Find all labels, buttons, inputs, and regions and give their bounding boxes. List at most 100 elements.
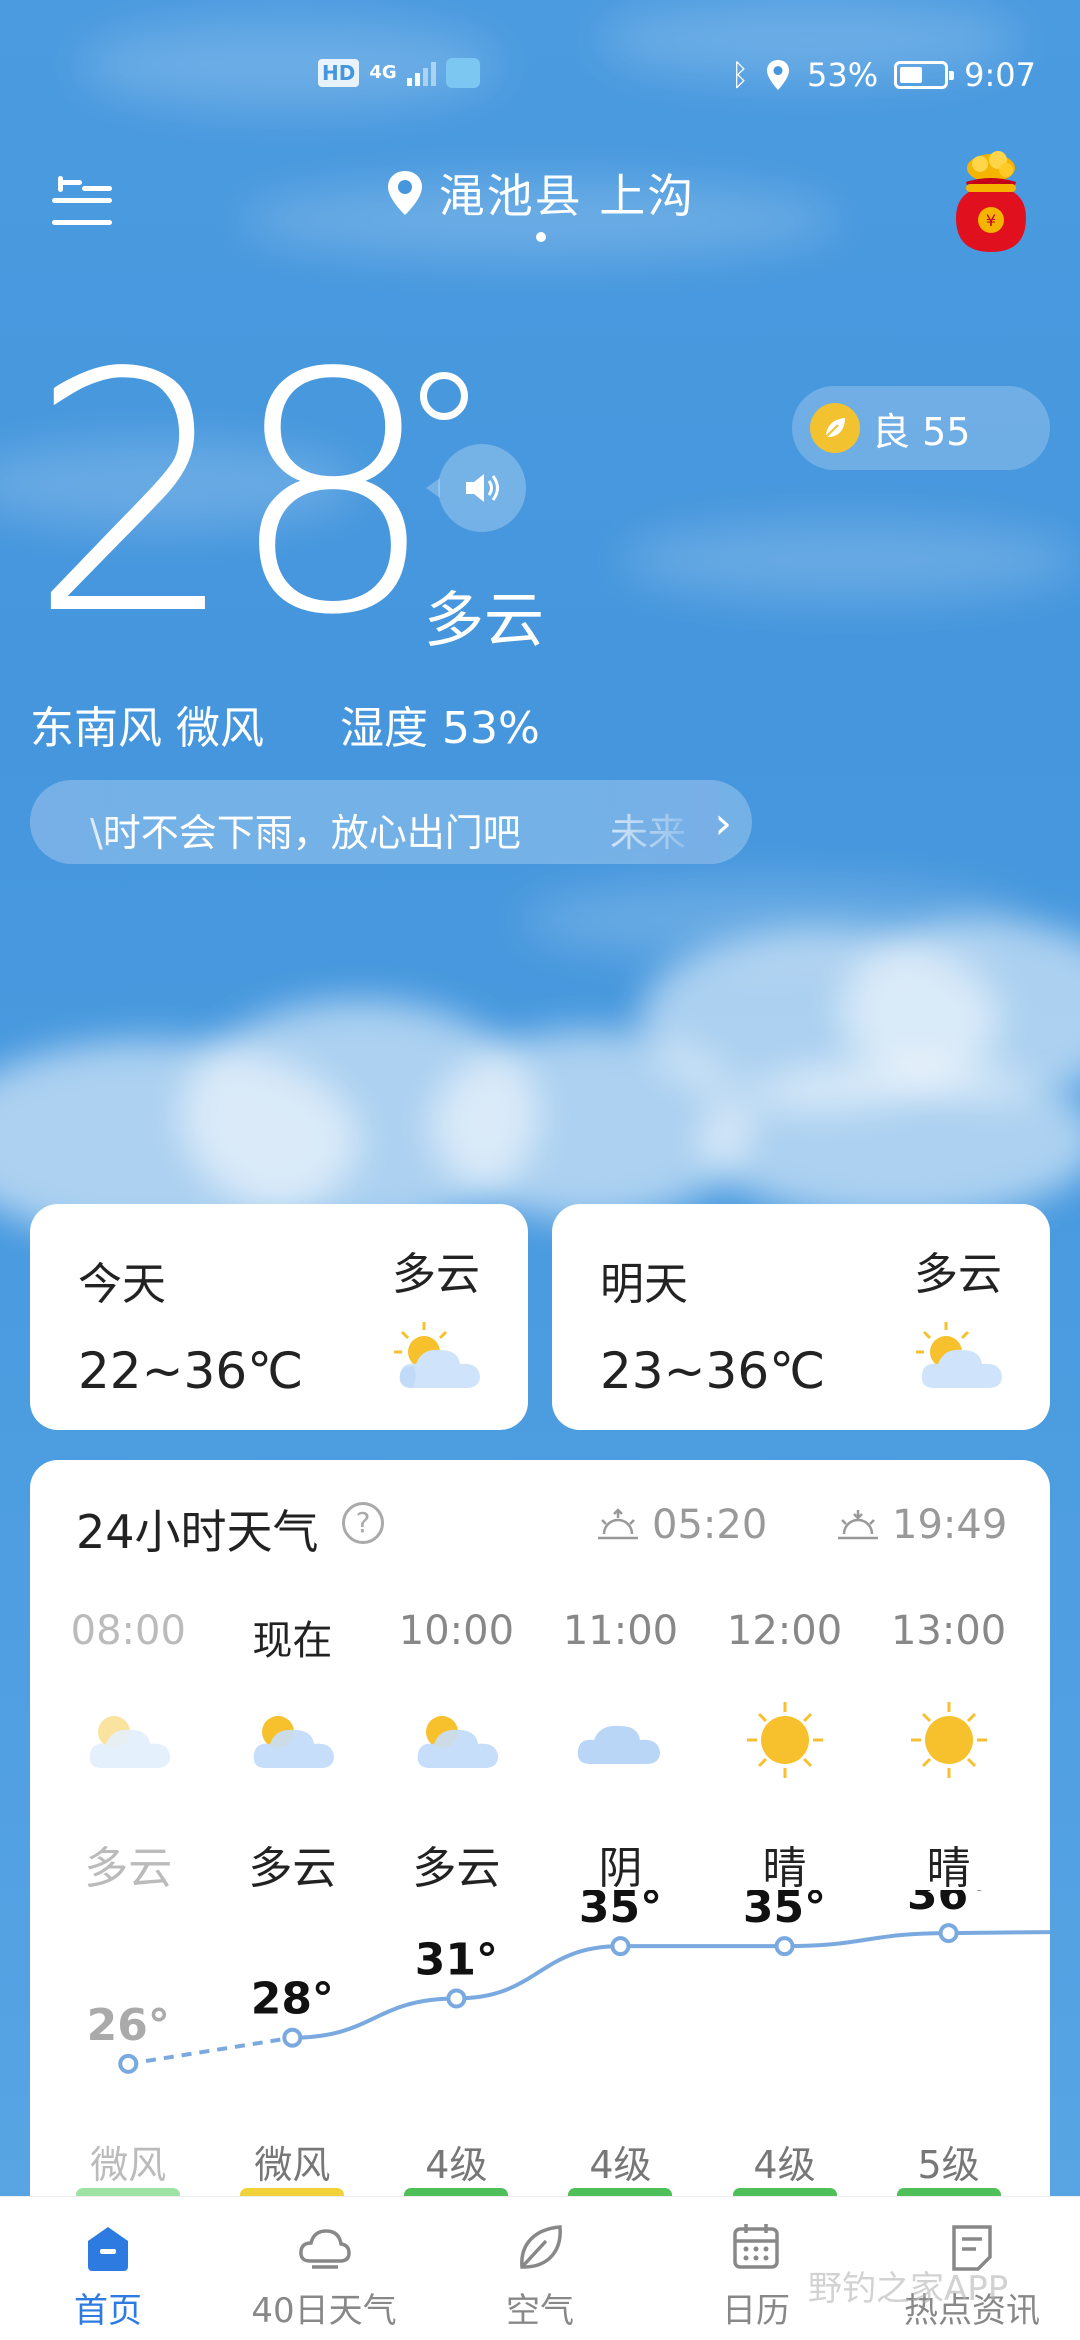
calendar-icon xyxy=(733,2224,779,2269)
leaf-icon xyxy=(810,403,860,453)
svg-text:¥: ¥ xyxy=(986,211,996,230)
partly-cloudy-icon xyxy=(90,1716,171,1768)
hour-time: 12:00 xyxy=(726,1608,843,1654)
chevron-right-icon: › xyxy=(714,798,732,849)
sun-icon xyxy=(746,1702,823,1778)
battery-icon xyxy=(894,61,955,89)
partly-cloudy-icon xyxy=(394,1322,480,1388)
hour-condition: 晴 xyxy=(926,1843,971,1894)
hour-time: 10:00 xyxy=(398,1608,515,1654)
temp-point xyxy=(118,2053,139,2074)
hour-condition: 晴 xyxy=(762,1843,807,1894)
nav-air-label: 空气 xyxy=(506,2291,574,2331)
partly-cloudy-icon xyxy=(916,1322,1002,1388)
hour-time: 现在 xyxy=(252,1618,333,1664)
battery-level xyxy=(900,67,923,83)
hour-condition: 多云 xyxy=(248,1843,337,1894)
location-icon xyxy=(767,60,790,90)
sunrise-time: 05:20 xyxy=(652,1502,768,1548)
hour-wind: 4级 xyxy=(753,2143,816,2187)
home-icon xyxy=(88,2227,128,2271)
temperature-line-chart: 26° 28° 31° 35° 35° 36° xyxy=(87,1890,1050,2074)
temp-line xyxy=(292,1930,1050,2040)
temp-label: 31° xyxy=(415,1934,498,1985)
clock: 9:07 xyxy=(964,56,1036,94)
sunset-icon xyxy=(838,1510,878,1540)
sun-icon xyxy=(910,1702,987,1778)
sunrise: 05:20 xyxy=(596,1502,767,1548)
cloud-icon xyxy=(299,2229,351,2269)
nav-40day[interactable]: 40日天气 xyxy=(216,2197,432,2340)
banner-text: \时不会下雨，放心出门吧 xyxy=(90,811,521,855)
today-card[interactable]: 今天 多云 22~36℃ xyxy=(30,1204,528,1430)
temp-label: 35° xyxy=(743,1890,826,1933)
temp-label: 26° xyxy=(87,2000,170,2051)
temp-point xyxy=(610,1936,631,1957)
location-name: 渑池县 上沟 xyxy=(438,169,696,223)
tomorrow-label: 明天 xyxy=(600,1259,688,1310)
battery-percent: 53% xyxy=(807,56,879,94)
hour-wind: 4级 xyxy=(589,2143,652,2187)
tomorrow-range: 23~36℃ xyxy=(600,1342,826,1400)
hour-condition: 多云 xyxy=(84,1843,173,1894)
hour-time: 13:00 xyxy=(890,1608,1007,1654)
temp-point xyxy=(446,1988,467,2009)
today-label: 今天 xyxy=(78,1259,166,1310)
red-envelope-bag-icon[interactable]: ¥ xyxy=(936,148,1046,258)
hour-wind: 微风 xyxy=(254,2143,331,2187)
degree-symbol xyxy=(420,372,468,420)
sunset: 19:49 xyxy=(836,1502,1007,1548)
nav-air[interactable]: 空气 xyxy=(432,2197,648,2340)
weather-app-icon xyxy=(445,58,480,88)
hour-wind: 5级 xyxy=(917,2143,980,2187)
tomorrow-condition: 多云 xyxy=(914,1249,1002,1300)
status-right: ᛒ 53% 9:07 xyxy=(731,56,1036,94)
watermark: 野钓之家APP xyxy=(808,2269,1009,2309)
hour-time: 11:00 xyxy=(562,1608,679,1654)
signal-icon xyxy=(406,60,436,86)
help-icon[interactable]: ? xyxy=(342,1502,384,1544)
hour-wind: 4级 xyxy=(425,2143,488,2187)
cloud-icon xyxy=(578,1725,661,1764)
today-range: 22~36℃ xyxy=(78,1342,304,1400)
temp-point xyxy=(282,2027,303,2048)
hour-time: 08:00 xyxy=(70,1608,186,1654)
bluetooth-icon: ᛒ xyxy=(731,57,750,93)
hour-condition: 阴 xyxy=(598,1843,643,1894)
hour-condition: 多云 xyxy=(412,1843,501,1894)
sunrise-icon xyxy=(598,1508,638,1540)
hourly-title: 24小时天气 xyxy=(76,1505,319,1559)
humidity-info: 湿度 53% xyxy=(340,703,540,754)
page-indicator xyxy=(536,232,546,242)
temp-label: 36° xyxy=(907,1890,990,1920)
rain-forecast-banner[interactable]: \时不会下雨，放心出门吧 未来 › xyxy=(30,780,752,864)
temp-label: 28° xyxy=(251,1974,334,2025)
voice-broadcast-button[interactable] xyxy=(426,444,526,532)
hd-icon: HD xyxy=(318,59,360,87)
network-type: 4G xyxy=(369,62,397,83)
tomorrow-card[interactable]: 明天 多云 23~36℃ xyxy=(552,1204,1050,1430)
temp-label: 35° xyxy=(579,1890,662,1933)
aqi-value: 良 55 xyxy=(872,409,971,454)
nav-40day-label: 40日天气 xyxy=(251,2291,397,2331)
status-bar: HD 4G ᛒ 53% 9:07 xyxy=(0,52,1080,102)
current-condition: 多云 xyxy=(424,586,544,656)
current-temperature: 28 xyxy=(28,303,438,687)
wind-info: 东南风 微风 xyxy=(30,703,264,754)
temp-point xyxy=(938,1923,959,1944)
leaf-icon xyxy=(520,2225,562,2269)
partly-cloudy-icon xyxy=(254,1716,335,1768)
location-pin-icon xyxy=(387,171,422,215)
today-condition: 多云 xyxy=(392,1249,480,1300)
temp-point xyxy=(774,1936,795,1957)
partly-cloudy-icon xyxy=(418,1716,499,1768)
status-left: HD 4G xyxy=(318,58,480,88)
sunset-time: 19:49 xyxy=(892,1502,1008,1548)
nav-home-label: 首页 xyxy=(74,2291,142,2331)
bottom-nav: 首页 40日天气 空气 日历 热点资讯 野钓之家APP xyxy=(0,2196,1080,2340)
nav-home[interactable]: 首页 xyxy=(0,2197,216,2340)
speaker-icon xyxy=(466,474,499,502)
location-title[interactable]: 渑池县 上沟 xyxy=(0,160,1080,226)
hour-wind: 微风 xyxy=(90,2143,167,2187)
air-quality-badge[interactable]: 良 55 xyxy=(792,386,1050,470)
